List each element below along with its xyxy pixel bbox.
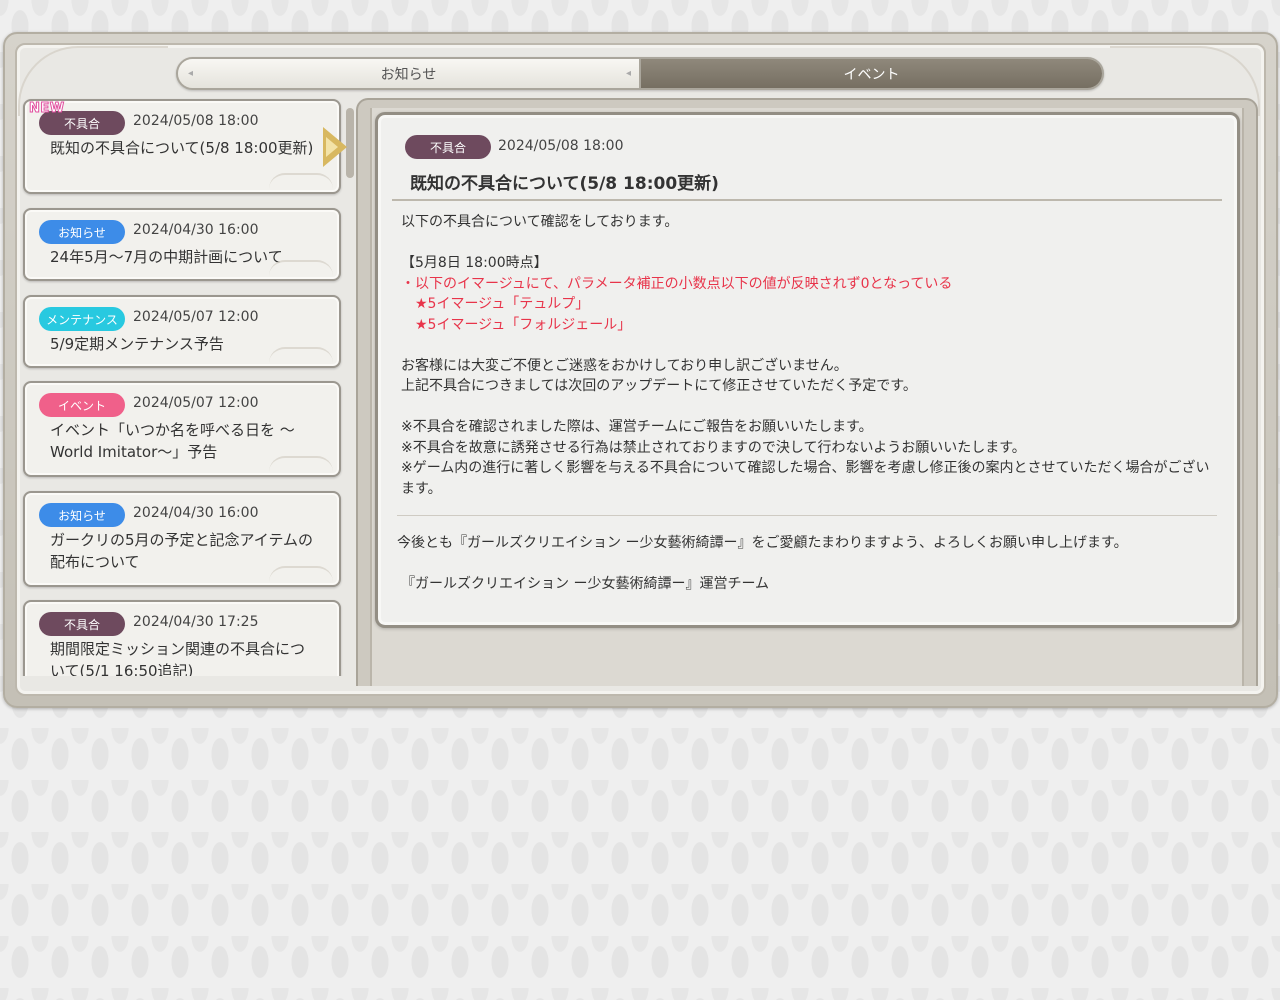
list-item-title: 期間限定ミッション関連の不具合について(5/1 16:50追記)	[50, 640, 306, 676]
section-heading: 【5月8日 18:00時点】	[401, 255, 548, 271]
signature-text: 『ガールズクリエイション ー少女藝術綺譚ー』運営チーム	[401, 576, 770, 592]
body-note: ※ゲーム内の進行に著しく影響を与える不具合について確認した場合、影響を考慮し修正…	[401, 460, 1210, 497]
detail-category-badge: 不具合	[405, 135, 491, 159]
body-note: ※不具合を確認されました際は、運営チームにご報告をお願いいたします。	[401, 419, 873, 435]
category-badge: 不具合	[39, 612, 125, 636]
body-text: 上記不具合につきましては次回のアップデートにて修正させていただく予定です。	[401, 378, 917, 394]
closing-text: 今後とも『ガールズクリエイション ー少女藝術綺譚ー』をご愛顧たまわりますよう、よ…	[397, 535, 1128, 551]
tab-notice-label: お知らせ	[380, 66, 437, 83]
tab-event-label: イベント	[843, 66, 900, 83]
list-item[interactable]: お知らせ 2024/04/30 16:00 ガークリの5月の予定と記念アイテムの…	[23, 491, 341, 587]
flourish-ornament	[269, 347, 333, 363]
title-divider	[392, 199, 1222, 201]
category-badge: お知らせ	[39, 503, 125, 527]
bug-description: ・以下のイマージュにて、パラメータ補正の小数点以下の値が反映されず0となっている	[401, 275, 953, 292]
detail-body: 以下の不具合について確認をしております。 【5月8日 18:00時点】 ・以下の…	[401, 212, 1221, 499]
arrow-left-icon: ◂	[188, 68, 194, 79]
list-item-date: 2024/05/07 12:00	[133, 309, 259, 325]
list-item-date: 2024/04/30 16:00	[133, 222, 259, 238]
list-scrollbar[interactable]	[346, 108, 354, 178]
flourish-ornament	[269, 173, 333, 189]
list-item-date: 2024/04/30 17:25	[133, 614, 259, 630]
arrow-right-icon: ◂	[625, 68, 631, 79]
list-item-date: 2024/05/07 12:00	[133, 395, 259, 411]
category-badge: お知らせ	[39, 220, 125, 244]
flourish-ornament	[269, 566, 333, 582]
flourish-ornament	[269, 456, 333, 472]
list-item-date: 2024/05/08 18:00	[133, 113, 259, 129]
list-item-date: 2024/04/30 16:00	[133, 505, 259, 521]
category-badge: イベント	[39, 393, 125, 417]
new-tag: NEW	[29, 101, 65, 117]
body-text: 以下の不具合について確認をしております。	[401, 214, 679, 230]
list-item[interactable]: 不具合 2024/04/30 17:25 期間限定ミッション関連の不具合について…	[23, 600, 341, 676]
tab-notice[interactable]: ◂ お知らせ ◂	[178, 59, 639, 88]
list-item[interactable]: イベント 2024/05/07 12:00 イベント「いつか名を呼べる日を ～W…	[23, 381, 341, 477]
flourish-ornament	[269, 260, 333, 276]
bug-item: ★5イマージュ「フォルジェール」	[415, 316, 632, 333]
body-note: ※不具合を故意に誘発させる行為は禁止されておりますので決して行わないようお願いい…	[401, 439, 1026, 456]
body-text: お客様には大変ご不便とご迷惑をおかけしており申し訳ございません。	[401, 357, 848, 374]
list-item-title: 既知の不具合について(5/8 18:00更新)	[50, 139, 314, 157]
body-divider	[397, 515, 1217, 516]
selected-pointer-highlight	[326, 137, 338, 157]
detail-title: 既知の不具合について(5/8 18:00更新)	[410, 174, 719, 194]
tab-bar: ◂ お知らせ ◂ イベント	[176, 57, 1104, 90]
category-badge: メンテナンス	[39, 307, 125, 331]
tab-event[interactable]: イベント	[639, 59, 1102, 88]
list-item[interactable]: お知らせ 2024/04/30 16:00 24年5月～7月の中期計画について	[23, 208, 341, 281]
list-item[interactable]: 不具合 2024/05/08 18:00 既知の不具合について(5/8 18:0…	[23, 99, 341, 194]
list-item[interactable]: メンテナンス 2024/05/07 12:00 5/9定期メンテナンス予告	[23, 295, 341, 368]
news-list[interactable]: 不具合 2024/05/08 18:00 既知の不具合について(5/8 18:0…	[16, 96, 356, 676]
detail-date: 2024/05/08 18:00	[498, 138, 624, 154]
bug-item: ★5イマージュ「テュルプ」	[415, 296, 590, 312]
